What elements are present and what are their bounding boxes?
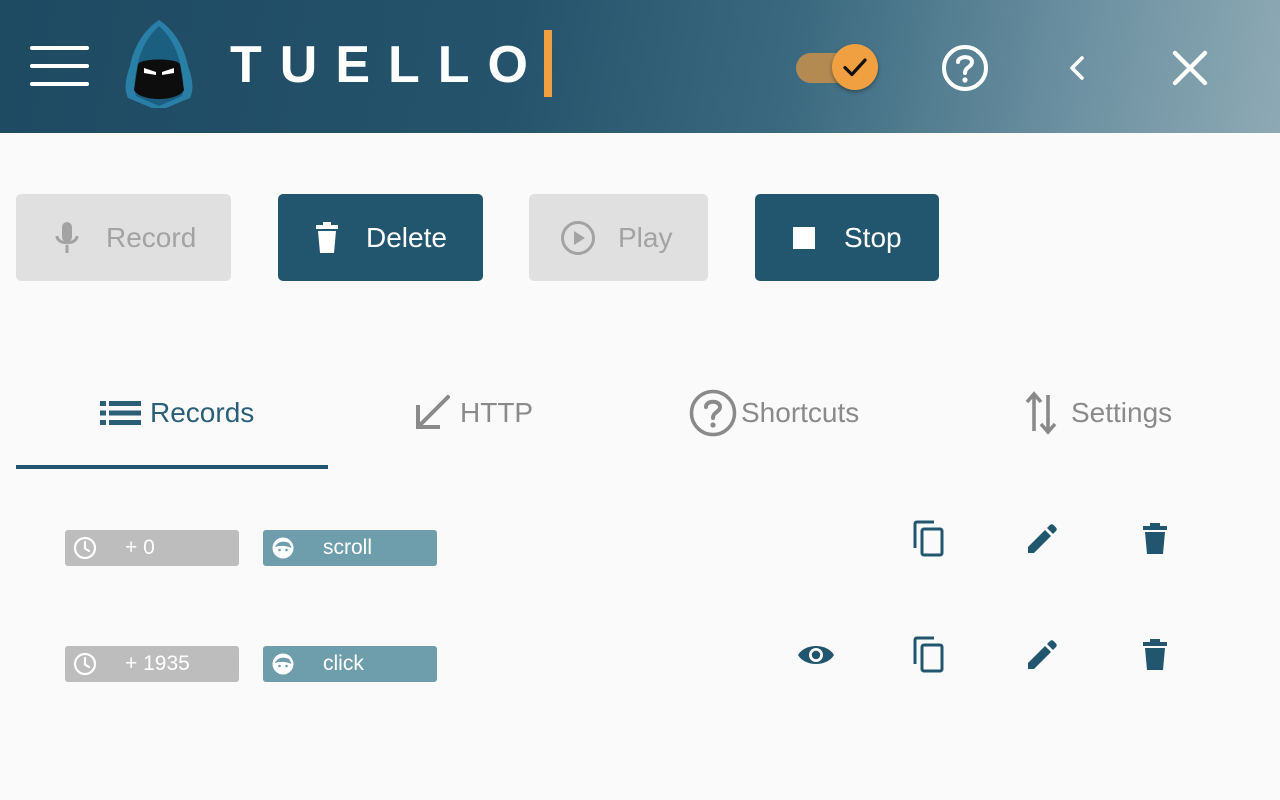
play-button[interactable]: Play <box>529 194 708 281</box>
play-label: Play <box>618 221 673 253</box>
microphone-icon <box>52 219 82 257</box>
face-icon <box>272 653 294 675</box>
hamburger-menu-icon[interactable] <box>30 46 90 86</box>
view-button[interactable] <box>796 635 836 675</box>
arrow-down-left-icon <box>416 395 450 429</box>
stop-square-icon <box>793 226 815 249</box>
swap-vertical-icon <box>1025 391 1057 435</box>
chevron-left-icon <box>1070 56 1084 80</box>
app-header: TUELLO <box>0 0 1280 133</box>
delete-row-button[interactable] <box>1135 635 1175 675</box>
play-circle-icon <box>560 220 596 256</box>
trash-icon <box>314 221 340 255</box>
close-button[interactable] <box>1162 40 1218 96</box>
pencil-icon <box>1028 640 1057 669</box>
tab-settings-label: Settings <box>1071 397 1173 428</box>
time-chip: + 1935 <box>65 646 239 682</box>
close-icon <box>1172 50 1208 86</box>
delete-row-button[interactable] <box>1135 519 1175 559</box>
tab-records[interactable]: Records <box>98 383 254 443</box>
back-button[interactable] <box>1050 40 1106 96</box>
action-chip[interactable]: scroll <box>263 530 437 566</box>
copy-icon <box>913 636 944 673</box>
check-icon <box>843 58 867 77</box>
time-chip: + 0 <box>65 530 239 566</box>
time-offset: + 1935 <box>125 652 190 675</box>
tab-shortcuts-label: Shortcuts <box>741 397 860 428</box>
face-icon <box>272 537 294 559</box>
time-offset: + 0 <box>125 536 155 559</box>
tab-http-label: HTTP <box>460 397 534 428</box>
trash-icon <box>1143 523 1167 554</box>
edit-button[interactable] <box>1022 635 1062 675</box>
pencil-icon <box>1028 524 1057 553</box>
record-label: Record <box>106 221 197 253</box>
eye-icon <box>798 646 834 664</box>
action-type: scroll <box>323 536 373 559</box>
help-circle-icon <box>689 389 737 437</box>
enable-toggle[interactable] <box>796 44 882 92</box>
help-circle-icon <box>942 45 988 91</box>
clock-icon <box>73 536 97 560</box>
record-button[interactable]: Record <box>16 194 231 281</box>
stop-label: Stop <box>844 221 902 253</box>
hooded-ninja-logo <box>125 20 193 108</box>
copy-icon <box>913 520 944 557</box>
title-cursor <box>544 30 552 97</box>
copy-button[interactable] <box>909 519 949 559</box>
clock-icon <box>73 652 97 676</box>
help-button[interactable] <box>937 40 993 96</box>
trash-icon <box>1143 639 1167 670</box>
edit-button[interactable] <box>1022 519 1062 559</box>
stop-button[interactable]: Stop <box>755 194 939 281</box>
active-tab-indicator <box>16 465 328 469</box>
action-chip[interactable]: click <box>263 646 437 682</box>
copy-button[interactable] <box>909 635 949 675</box>
list-icon <box>100 401 141 425</box>
delete-button[interactable]: Delete <box>278 194 483 281</box>
delete-label: Delete <box>366 221 447 253</box>
tab-shortcuts[interactable]: Shortcuts <box>688 383 859 443</box>
tab-settings[interactable]: Settings <box>1024 383 1172 443</box>
tab-records-label: Records <box>150 397 255 428</box>
action-type: click <box>323 652 364 675</box>
tab-http[interactable]: HTTP <box>412 383 533 443</box>
app-title: TUELLO <box>230 36 546 94</box>
